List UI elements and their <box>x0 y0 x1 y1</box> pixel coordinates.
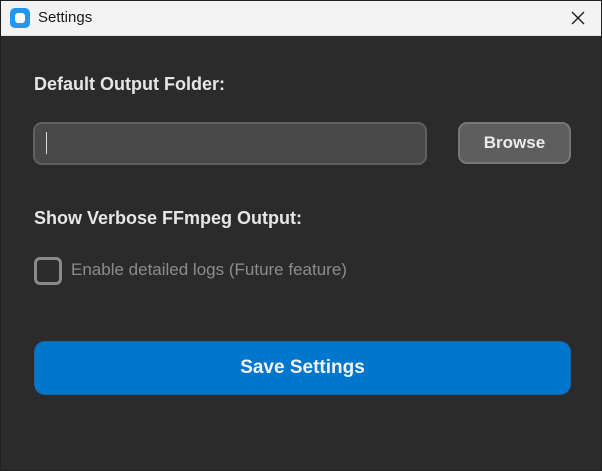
title-bar: Settings <box>1 1 601 36</box>
app-icon <box>10 8 30 28</box>
close-icon <box>571 11 585 25</box>
output-folder-label: Default Output Folder: <box>34 74 225 94</box>
save-settings-button[interactable]: Save Settings <box>34 341 571 395</box>
close-button[interactable] <box>555 1 601 35</box>
verbose-output-label: Show Verbose FFmpeg Output: <box>34 208 303 228</box>
output-folder-input[interactable] <box>33 122 427 165</box>
settings-window: Settings Default Output Folder: Browse S… <box>0 0 602 471</box>
text-caret <box>46 132 47 154</box>
browse-button[interactable]: Browse <box>458 122 571 164</box>
detailed-logs-label: Enable detailed logs (Future feature) <box>71 260 347 279</box>
window-title: Settings <box>38 9 93 26</box>
detailed-logs-checkbox[interactable] <box>34 257 62 285</box>
